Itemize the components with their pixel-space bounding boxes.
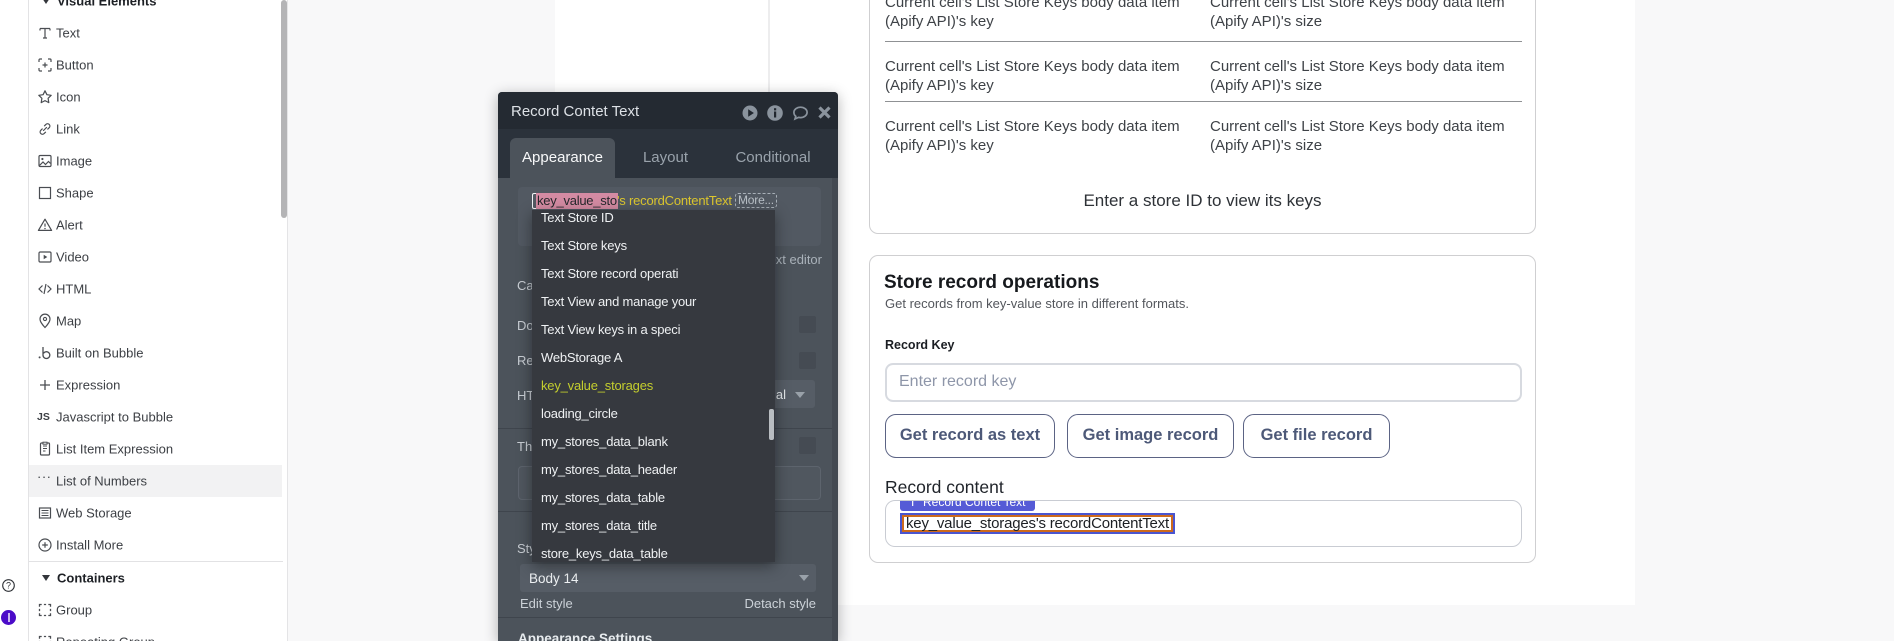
svg-text:?: ?	[6, 581, 11, 591]
